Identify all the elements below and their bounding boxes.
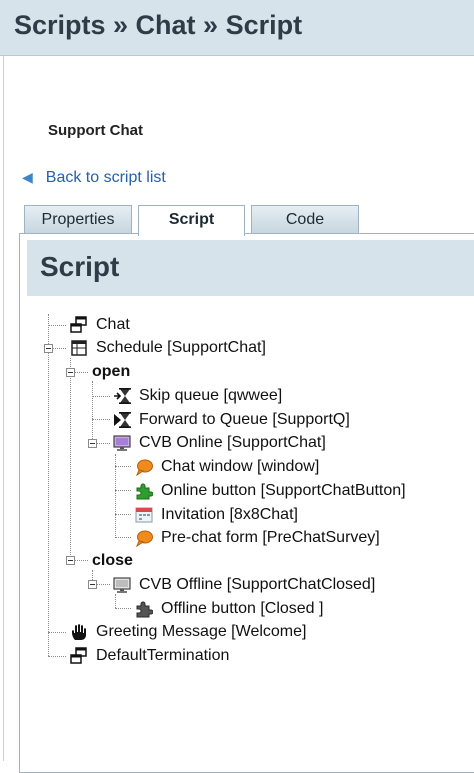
speech-bubble-icon — [136, 530, 153, 547]
tree-item-label: CVB Online [SupportChat] — [139, 434, 326, 451]
puzzle-green-icon — [136, 483, 153, 500]
window-link-icon — [70, 647, 87, 664]
panel-title: Script — [40, 251, 120, 282]
monitor-online-icon — [113, 435, 131, 451]
breadcrumb: Scripts » Chat » Script — [14, 10, 303, 40]
divider — [3, 56, 4, 761]
tab-script[interactable]: Script — [138, 205, 245, 236]
puzzle-gray-icon — [136, 601, 153, 618]
panel-header: Script — [27, 240, 474, 296]
back-link-label: Back to script list — [45, 169, 166, 186]
tree-item-label: Pre-chat form [PreChatSurvey] — [161, 529, 380, 546]
calendar-card-icon — [135, 507, 153, 523]
back-arrow-icon: ◀ — [22, 169, 33, 185]
tree-item-label: CVB Offline [SupportChatClosed] — [139, 576, 376, 593]
back-to-script-list-link[interactable]: ◀ Back to script list — [22, 169, 166, 187]
hand-icon — [72, 624, 86, 640]
speech-bubble-icon — [136, 459, 153, 476]
tree-item-label: Schedule [SupportChat] — [96, 339, 266, 356]
tree-item-label: open — [92, 363, 131, 380]
window-link-icon — [70, 316, 87, 333]
tab-code[interactable]: Code — [251, 205, 359, 233]
tree-item-label: Online button [SupportChatButton] — [161, 482, 406, 499]
tree-item-label: Skip queue [qwwee] — [139, 387, 283, 404]
tree-item-label: Forward to Queue [SupportQ] — [139, 411, 350, 428]
tree-item-label: Invitation [8x8Chat] — [161, 506, 298, 523]
tab-bar: Properties Script Code — [0, 205, 474, 236]
tree-item-label: Offline button [Closed ] — [161, 600, 324, 617]
hourglass-arrow-icon — [114, 388, 131, 404]
hourglass-forward-icon — [114, 412, 131, 428]
page-header: Scripts » Chat » Script — [0, 0, 474, 56]
tree-item-label: Chat — [96, 316, 130, 333]
script-name: Support Chat — [48, 122, 143, 139]
script-panel — [19, 233, 474, 773]
monitor-offline-icon — [113, 577, 131, 593]
tree-item-label: Chat window [window] — [161, 458, 320, 475]
tree-item-label: DefaultTermination — [96, 647, 230, 664]
calendar-icon — [71, 340, 87, 356]
tab-properties[interactable]: Properties — [24, 205, 132, 233]
tree-item-label: Greeting Message [Welcome] — [96, 623, 307, 640]
tree-item-label: close — [92, 552, 133, 569]
